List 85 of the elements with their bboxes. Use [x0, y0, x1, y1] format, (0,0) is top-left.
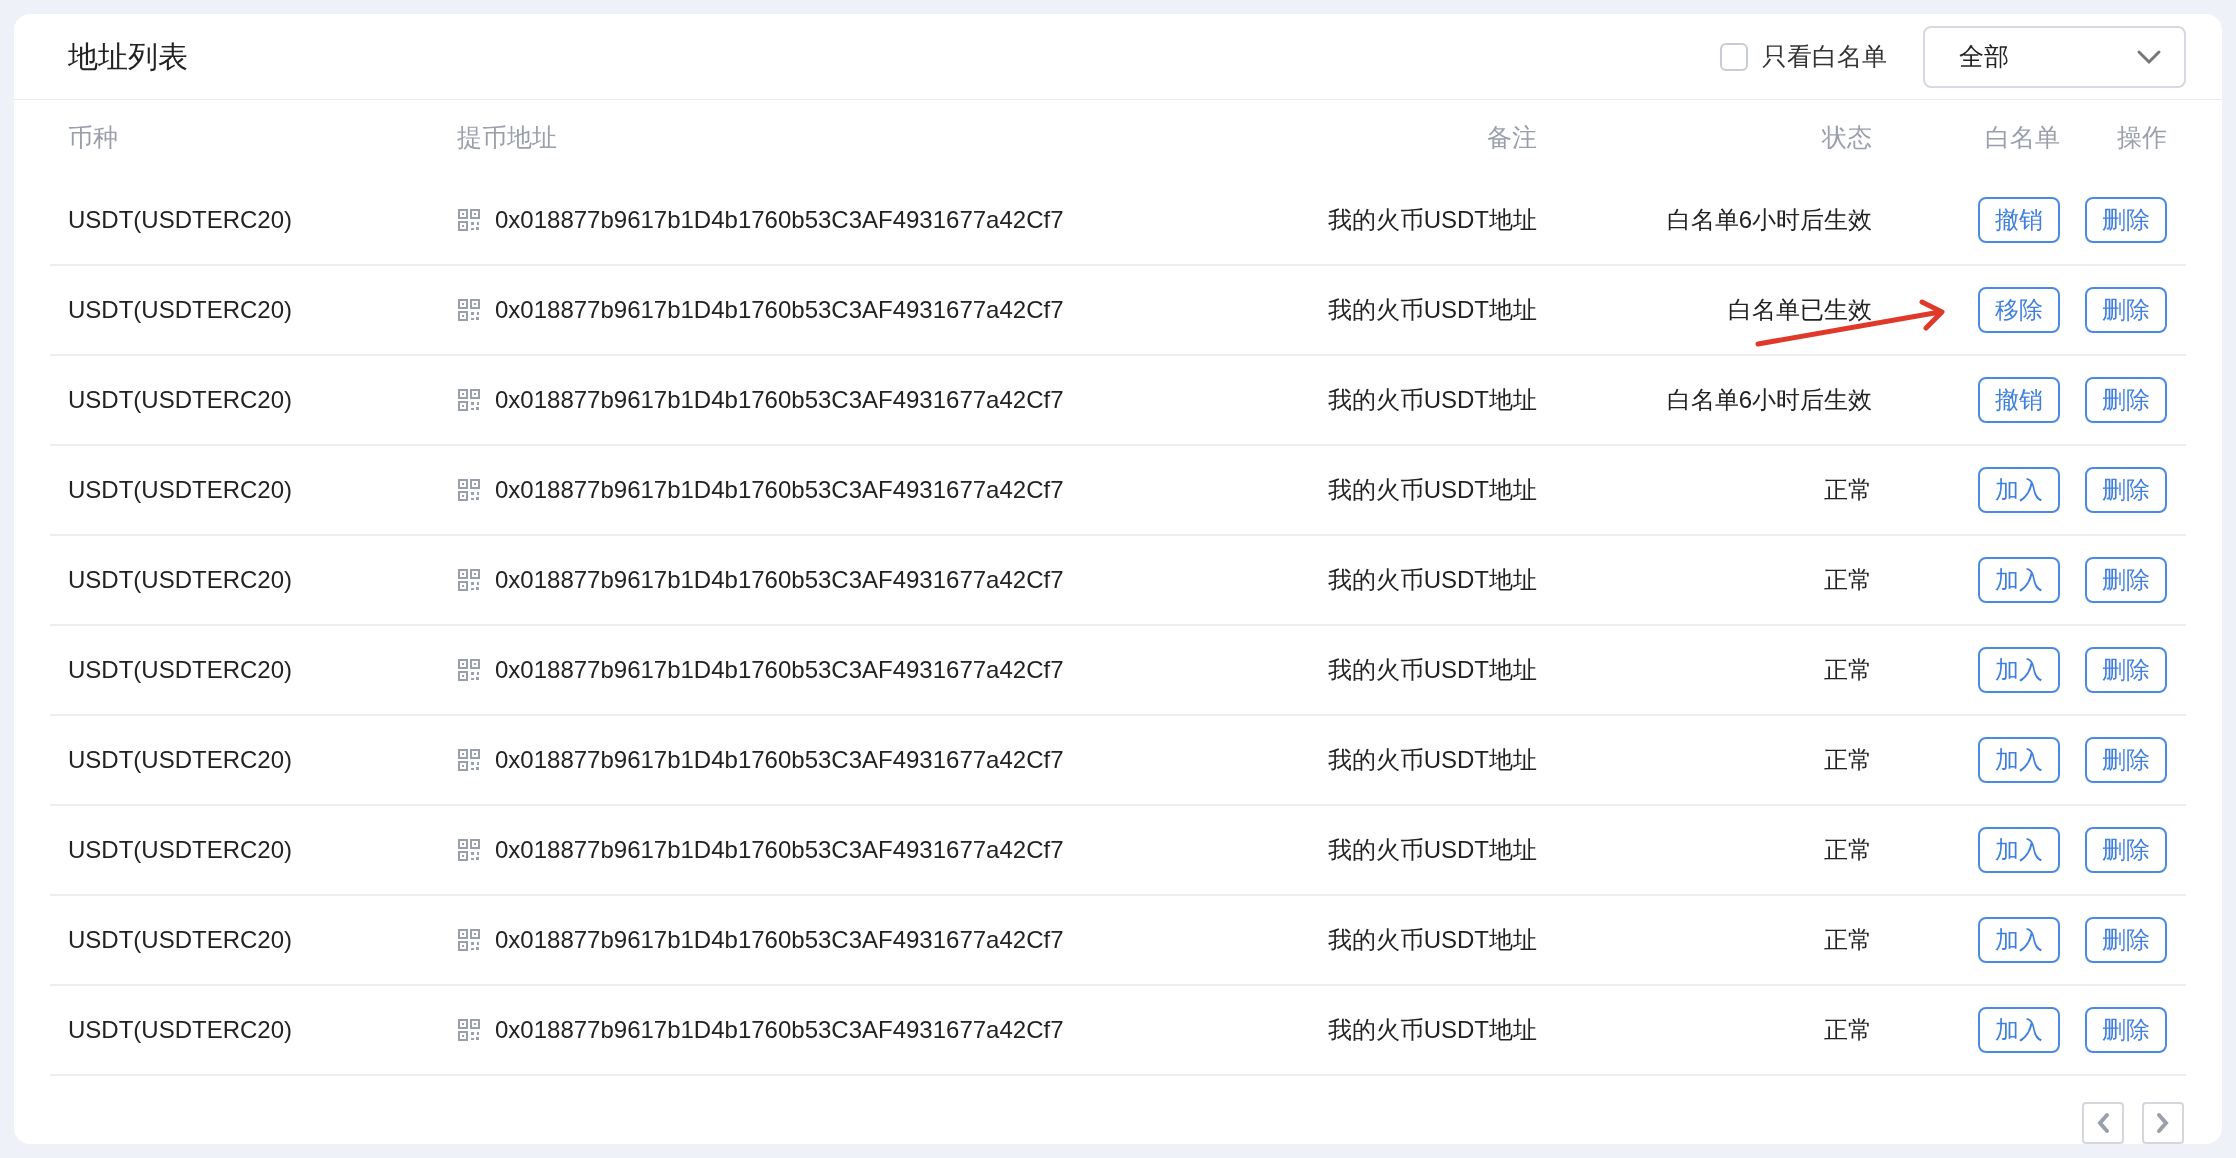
- delete-button[interactable]: 删除: [2085, 827, 2167, 873]
- table-cell-text: 0x018877b9617b1D4b1760b53C3AF4931677a42Cf7: [495, 295, 1064, 325]
- table-cell-text: 我的火币USDT地址: [1327, 925, 1537, 955]
- table-cell-text: USDT(USDTERC20): [68, 565, 292, 595]
- qr-code-icon[interactable]: [457, 658, 481, 682]
- whitelist-button[interactable]: 撤销: [1978, 197, 2060, 243]
- delete-button[interactable]: 删除: [2085, 287, 2167, 333]
- table-cell-text: USDT(USDTERC20): [68, 1015, 292, 1045]
- qr-code-icon[interactable]: [457, 478, 481, 502]
- table-cell-text: 我的火币USDT地址: [1327, 295, 1537, 325]
- qr-code-icon[interactable]: [457, 208, 481, 232]
- table-cell-text: 正常: [1824, 1015, 1872, 1045]
- table-cell-text: 0x018877b9617b1D4b1760b53C3AF4931677a42Cf7: [495, 1015, 1064, 1045]
- delete-button[interactable]: 删除: [2085, 737, 2167, 783]
- table-cell-text: 我的火币USDT地址: [1327, 745, 1537, 775]
- qr-code-icon[interactable]: [457, 298, 481, 322]
- table-cell-text: USDT(USDTERC20): [68, 295, 292, 325]
- whitelist-button[interactable]: 撤销: [1978, 377, 2060, 423]
- whitelist-button[interactable]: 加入: [1978, 1007, 2060, 1053]
- table-cell-text: 我的火币USDT地址: [1327, 835, 1537, 865]
- table-cell-text: 0x018877b9617b1D4b1760b53C3AF4931677a42Cf7: [495, 655, 1064, 685]
- table-cell-text: USDT(USDTERC20): [68, 385, 292, 415]
- table-cell-text: USDT(USDTERC20): [68, 925, 292, 955]
- table-cell-text: 正常: [1824, 565, 1872, 595]
- whitelist-button[interactable]: 加入: [1978, 737, 2060, 783]
- table-cell-text: 白名单已生效: [1728, 295, 1872, 325]
- delete-button[interactable]: 删除: [2085, 647, 2167, 693]
- table-cell-text: USDT(USDTERC20): [68, 205, 292, 235]
- delete-button[interactable]: 删除: [2085, 557, 2167, 603]
- table-cell-text: 0x018877b9617b1D4b1760b53C3AF4931677a42Cf7: [495, 745, 1064, 775]
- table-cell-text: 白名单6小时后生效: [1666, 385, 1872, 415]
- qr-code-icon[interactable]: [457, 388, 481, 412]
- whitelist-button[interactable]: 加入: [1978, 557, 2060, 603]
- column-header: 白名单: [1985, 122, 2060, 154]
- table-cell-text: 0x018877b9617b1D4b1760b53C3AF4931677a42Cf7: [495, 205, 1064, 235]
- table-cell-text: 正常: [1824, 655, 1872, 685]
- whitelist-button[interactable]: 加入: [1978, 647, 2060, 693]
- whitelist-button[interactable]: 加入: [1978, 827, 2060, 873]
- table-cell-text: USDT(USDTERC20): [68, 745, 292, 775]
- chevron-down-icon: [2136, 48, 2162, 65]
- table-cell-text: 我的火币USDT地址: [1327, 1015, 1537, 1045]
- table-cell-text: 我的火币USDT地址: [1327, 205, 1537, 235]
- table-cell-text: 0x018877b9617b1D4b1760b53C3AF4931677a42Cf7: [495, 475, 1064, 505]
- qr-code-icon[interactable]: [457, 838, 481, 862]
- next-page-button[interactable]: [2142, 1102, 2184, 1144]
- table-cell-text: 0x018877b9617b1D4b1760b53C3AF4931677a42Cf7: [495, 925, 1064, 955]
- qr-code-icon[interactable]: [457, 748, 481, 772]
- table-cell-text: 0x018877b9617b1D4b1760b53C3AF4931677a42Cf7: [495, 385, 1064, 415]
- table-cell-text: USDT(USDTERC20): [68, 475, 292, 505]
- whitelist-button[interactable]: 加入: [1978, 467, 2060, 513]
- column-header: 操作: [2117, 122, 2167, 154]
- table-cell-text: 0x018877b9617b1D4b1760b53C3AF4931677a42Cf7: [495, 835, 1064, 865]
- column-header: 备注: [1487, 122, 1537, 154]
- table-cell-text: 我的火币USDT地址: [1327, 655, 1537, 685]
- column-header: 提币地址: [457, 122, 557, 154]
- whitelist-button[interactable]: 加入: [1978, 917, 2060, 963]
- checkbox-label[interactable]: 只看白名单: [1762, 37, 1887, 76]
- table-cell-text: 正常: [1824, 835, 1872, 865]
- delete-button[interactable]: 删除: [2085, 467, 2167, 513]
- table-cell-text: 正常: [1824, 745, 1872, 775]
- delete-button[interactable]: 删除: [2085, 377, 2167, 423]
- delete-button[interactable]: 删除: [2085, 917, 2167, 963]
- table-cell-text: 正常: [1824, 475, 1872, 505]
- table-cell-text: USDT(USDTERC20): [68, 835, 292, 865]
- table-cell-text: 我的火币USDT地址: [1327, 385, 1537, 415]
- table-cell-text: USDT(USDTERC20): [68, 655, 292, 685]
- qr-code-icon[interactable]: [457, 568, 481, 592]
- filter-select[interactable]: 全部: [1923, 25, 2186, 88]
- table-cell-text: 白名单6小时后生效: [1666, 205, 1872, 235]
- page-title: 地址列表: [68, 39, 188, 75]
- delete-button[interactable]: 删除: [2085, 197, 2167, 243]
- table-cell-text: 我的火币USDT地址: [1327, 565, 1537, 595]
- table-cell-text: 我的火币USDT地址: [1327, 475, 1537, 505]
- whitelist-button[interactable]: 移除: [1978, 287, 2060, 333]
- delete-button[interactable]: 删除: [2085, 1007, 2167, 1053]
- column-header: 状态: [1822, 122, 1872, 154]
- table-cell-text: 0x018877b9617b1D4b1760b53C3AF4931677a42Cf7: [495, 565, 1064, 595]
- table-cell-text: 正常: [1824, 925, 1872, 955]
- checkbox[interactable]: [1720, 42, 1748, 71]
- chevron-right-icon: [2156, 1112, 2170, 1134]
- chevron-left-icon: [2096, 1112, 2110, 1134]
- column-header: 币种: [68, 122, 118, 154]
- previous-page-button[interactable]: [2082, 1102, 2124, 1144]
- qr-code-icon[interactable]: [457, 928, 481, 952]
- qr-code-icon[interactable]: [457, 1018, 481, 1042]
